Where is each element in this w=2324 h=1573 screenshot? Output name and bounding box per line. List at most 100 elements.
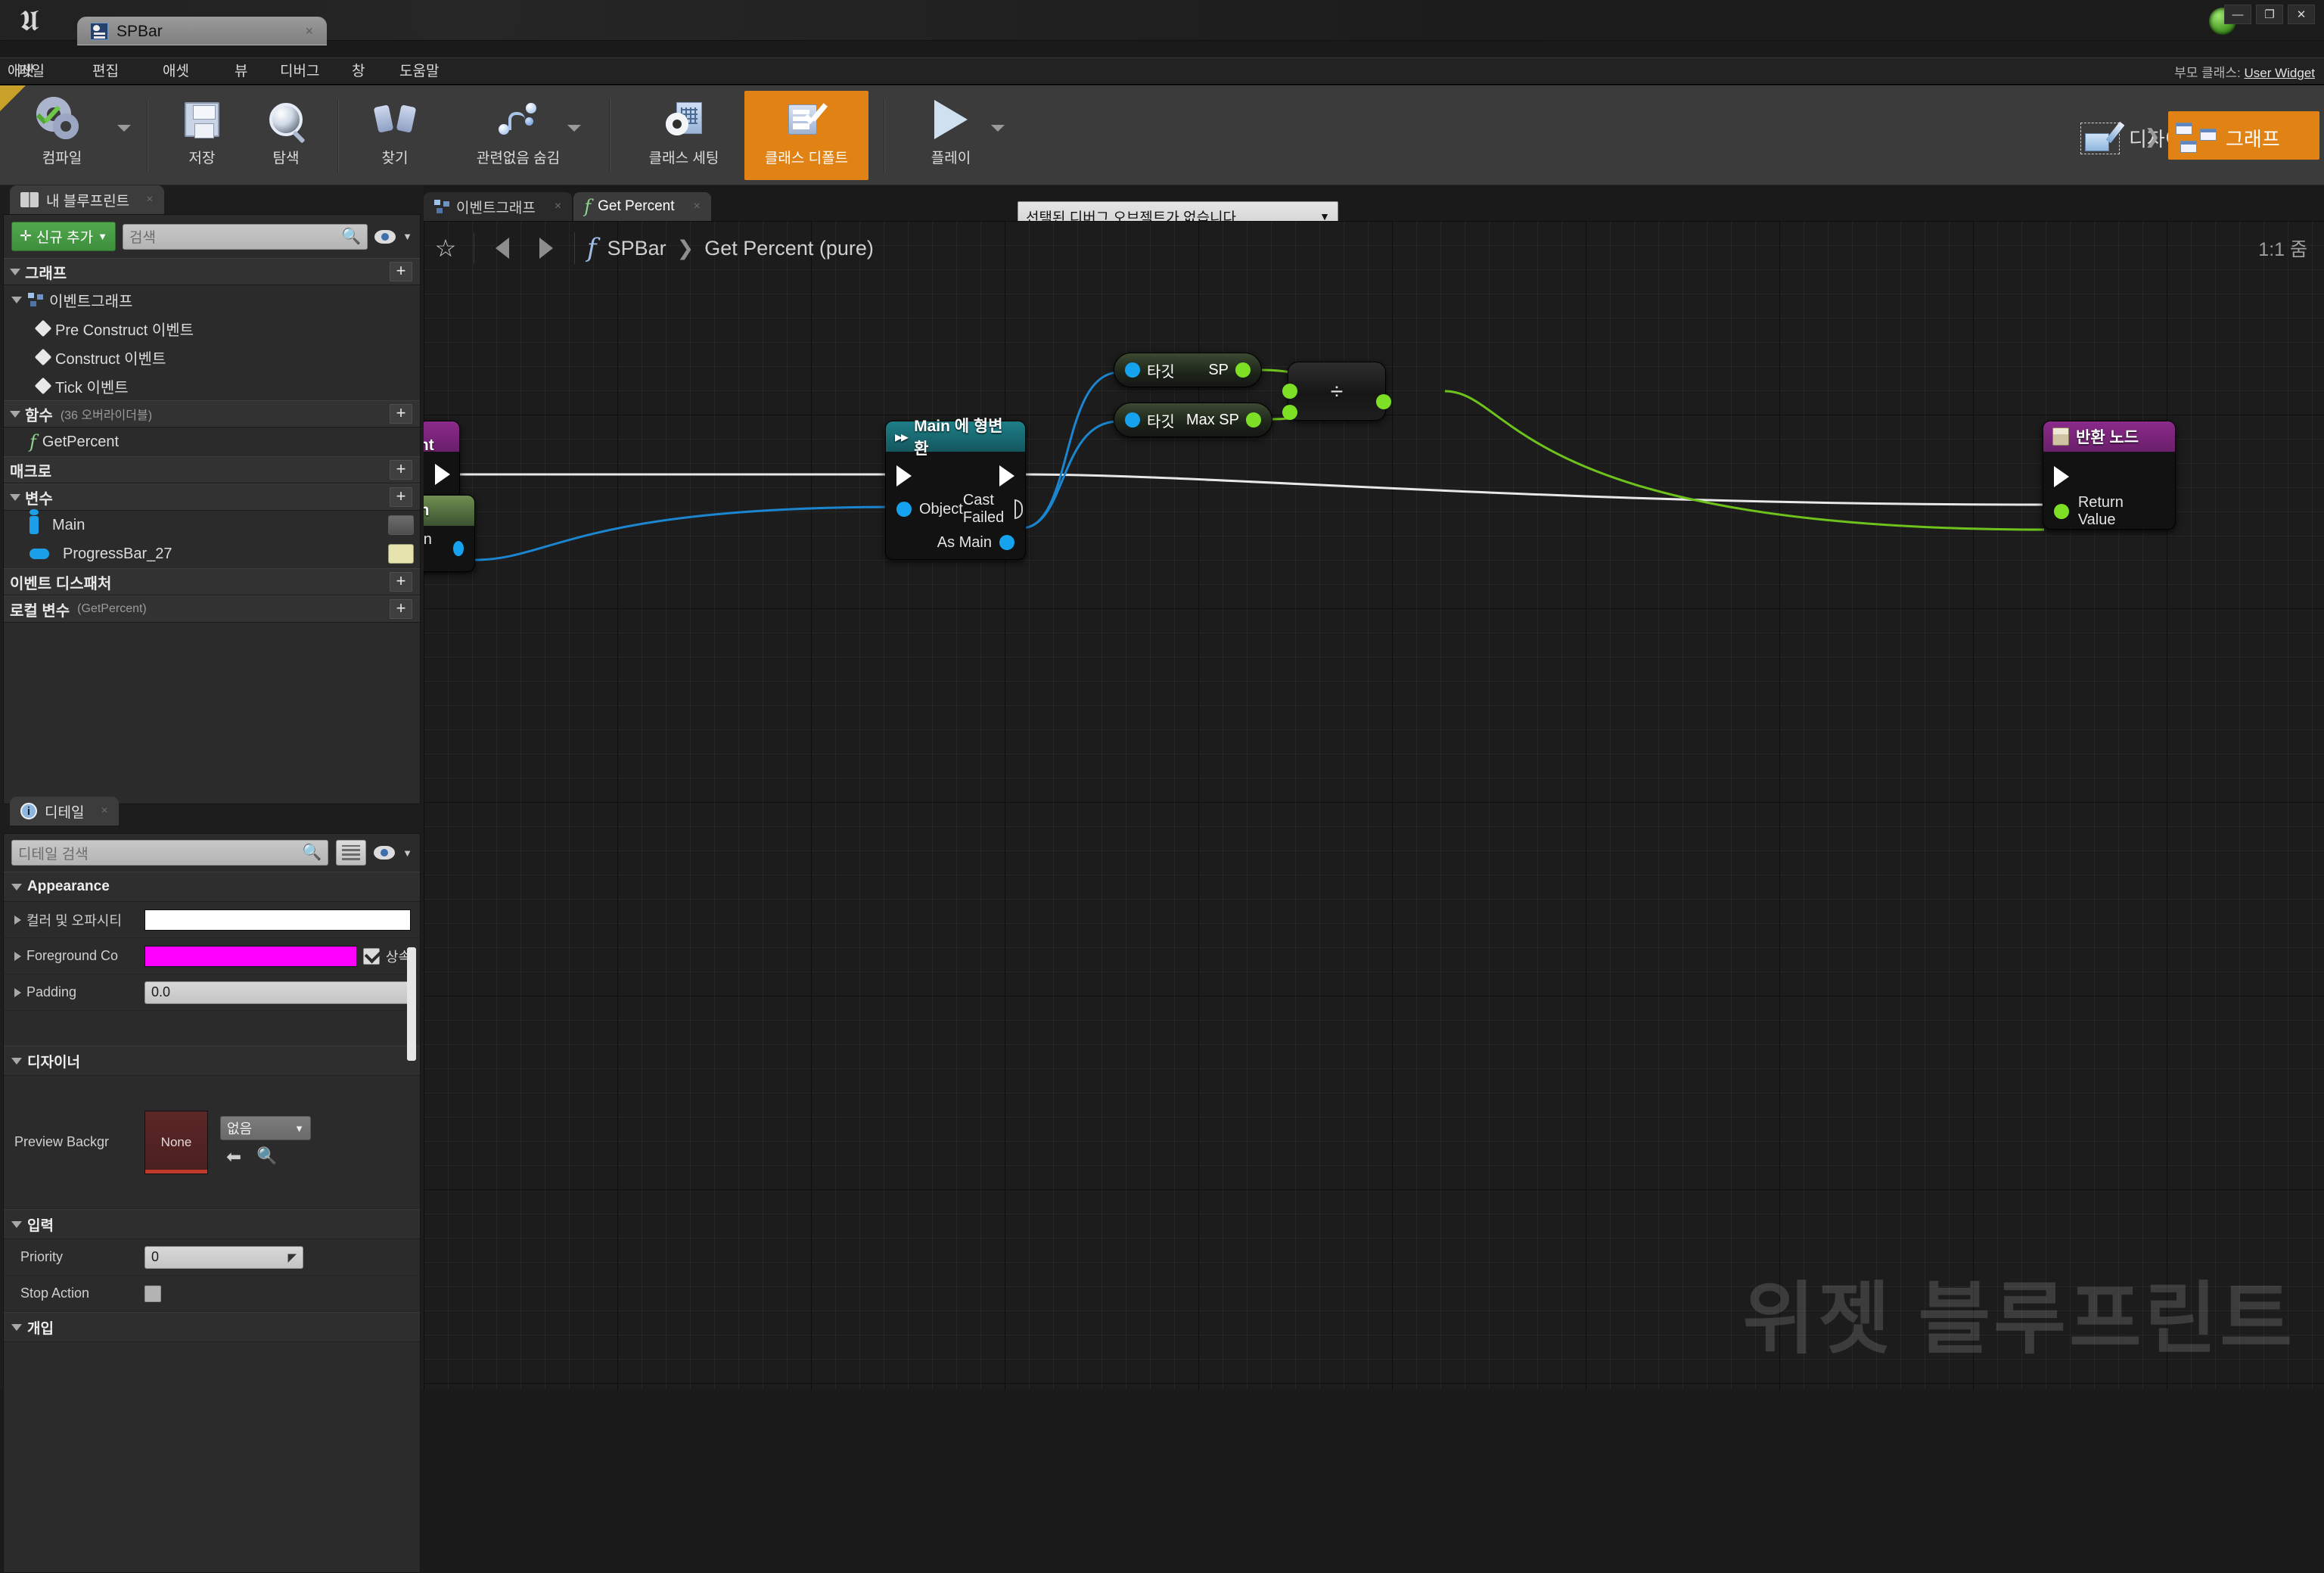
tree-item-event-graph[interactable]: 이벤트그래프: [4, 285, 420, 314]
section-event-dispatchers[interactable]: 이벤트 디스패처 +: [4, 568, 420, 595]
add-new-button[interactable]: ✛ 신규 추가 ▼: [11, 222, 116, 251]
hide-unrelated-dropdown-caret-icon[interactable]: [567, 125, 581, 132]
toolbar-compile-button[interactable]: 컴파일: [11, 91, 113, 180]
parent-class-link[interactable]: User Widget: [2244, 66, 2315, 80]
details-category-input[interactable]: 입력: [4, 1209, 420, 1239]
panel-tab-my-blueprint[interactable]: 내 블루프린트 ×: [10, 185, 164, 214]
color-swatch[interactable]: [144, 909, 411, 931]
close-icon[interactable]: ×: [694, 200, 701, 213]
expander-icon[interactable]: [14, 951, 21, 961]
details-search-input[interactable]: 디테일 검색 🔍: [11, 840, 329, 866]
toolbar-play-button[interactable]: 플레이: [900, 91, 1002, 180]
toolbar-browse-button[interactable]: 탐색: [242, 91, 330, 180]
close-icon[interactable]: ×: [146, 193, 153, 207]
tree-item-var-main[interactable]: Main: [4, 509, 420, 539]
node-get-player-pawn[interactable]: 𝑓 Get Player Pawn Player Index 0 Return …: [424, 495, 475, 572]
divide-input-b-pin[interactable]: [1282, 405, 1297, 420]
exec-output-pin[interactable]: [435, 464, 450, 485]
toolbar-class-settings-button[interactable]: 클래스 세팅: [625, 91, 743, 180]
add-graph-button[interactable]: +: [390, 262, 412, 281]
maximize-button[interactable]: ❐: [2256, 5, 2283, 24]
menu-item-edit[interactable]: 편집: [85, 61, 126, 82]
node-get-sp[interactable]: 타깃 SP: [1114, 353, 1262, 387]
close-icon[interactable]: ×: [555, 200, 561, 213]
preview-background-select[interactable]: 없음 ▼: [220, 1116, 311, 1140]
sp-output-pin[interactable]: [1235, 362, 1251, 378]
eye-icon[interactable]: [374, 229, 396, 244]
toolbar-class-defaults-button[interactable]: 클래스 디폴트: [744, 91, 868, 180]
add-function-button[interactable]: +: [390, 404, 412, 424]
spinner-icon[interactable]: ◤: [287, 1251, 297, 1264]
node-divide[interactable]: ÷: [1282, 362, 1391, 421]
close-window-button[interactable]: ✕: [2288, 5, 2315, 24]
node-cast-to-main[interactable]: ▸▸ Main 에 형변환 Object Cast Failed As Main: [885, 418, 1026, 560]
expander-icon[interactable]: [14, 987, 21, 997]
expander-icon[interactable]: [14, 915, 21, 925]
eye-icon[interactable]: [388, 544, 414, 564]
details-grid-view-button[interactable]: [336, 840, 367, 866]
section-graphs[interactable]: 그래프 +: [4, 258, 420, 285]
breadcrumb-item-function[interactable]: Get Percent (pure): [704, 237, 874, 260]
minimize-button[interactable]: —: [2224, 5, 2251, 24]
breadcrumb-item-blueprint[interactable]: SPBar: [607, 237, 666, 260]
tree-item-tick[interactable]: Tick 이벤트: [4, 371, 420, 400]
menu-item-asset2[interactable]: 애셋: [155, 61, 197, 82]
play-dropdown-caret-icon[interactable]: [991, 125, 1005, 132]
expander-icon[interactable]: [11, 1057, 22, 1065]
expander-icon[interactable]: [10, 493, 20, 501]
details-scrollbar[interactable]: [407, 947, 416, 1061]
chevron-down-icon[interactable]: ▼: [402, 847, 412, 859]
add-event-dispatcher-button[interactable]: +: [390, 572, 412, 592]
expander-icon[interactable]: [10, 268, 20, 275]
back-arrow-icon[interactable]: [480, 229, 524, 267]
star-icon[interactable]: ☆: [424, 229, 468, 267]
target-input-pin[interactable]: [1125, 412, 1140, 427]
exec-input-pin[interactable]: [896, 465, 912, 487]
node-get-max-sp[interactable]: 타깃 Max SP: [1114, 403, 1272, 437]
close-icon[interactable]: ×: [305, 23, 313, 39]
target-input-pin[interactable]: [1125, 362, 1140, 378]
toolbar-save-button[interactable]: 저장: [162, 91, 242, 180]
expander-icon[interactable]: [11, 1323, 22, 1331]
color-swatch[interactable]: [144, 945, 357, 967]
cast-failed-exec-pin[interactable]: [1014, 499, 1024, 519]
tree-item-construct[interactable]: Construct 이벤트: [4, 343, 420, 371]
graph-canvas[interactable]: ☆ 𝑓 SPBar ❯ Get Percent (pure) 1:1 줌 위젯 …: [424, 221, 2324, 1390]
exec-input-pin[interactable]: [2054, 466, 2069, 487]
section-local-variables[interactable]: 로컬 변수 (GetPercent) +: [4, 595, 420, 623]
toolbar-find-button[interactable]: 찾기: [353, 91, 437, 180]
menu-item-asset[interactable]: 애셋: [0, 61, 42, 82]
return-value-input-pin[interactable]: [2054, 504, 2069, 519]
eye-icon[interactable]: [374, 846, 396, 860]
add-variable-button[interactable]: +: [390, 487, 412, 507]
add-local-variable-button[interactable]: +: [390, 599, 412, 619]
return-value-output-pin[interactable]: [453, 541, 464, 556]
back-arrow-icon[interactable]: ⬅: [226, 1146, 241, 1168]
compile-dropdown-caret-icon[interactable]: [117, 125, 131, 132]
graph-tab-get-percent[interactable]: 𝑓 Get Percent ×: [573, 192, 711, 221]
node-get-percent[interactable]: Get Percent: [424, 421, 460, 499]
stop-action-checkbox[interactable]: [144, 1285, 161, 1302]
expander-icon[interactable]: [11, 1220, 22, 1228]
menu-item-debug[interactable]: 디버그: [272, 61, 327, 82]
menu-item-window[interactable]: 창: [344, 61, 372, 82]
expander-icon[interactable]: [11, 883, 22, 891]
close-icon[interactable]: ×: [101, 804, 107, 818]
toolbar-hide-unrelated-button[interactable]: 관련없음 숨김: [439, 91, 598, 180]
as-main-output-pin[interactable]: [999, 535, 1014, 550]
tree-item-var-progressbar[interactable]: ProgressBar_27: [4, 539, 420, 568]
node-return[interactable]: 반환 노드 Return Value: [2043, 421, 2176, 530]
object-input-pin[interactable]: [896, 502, 912, 517]
section-variables[interactable]: 변수 +: [4, 483, 420, 511]
priority-input[interactable]: 0 ◤: [144, 1245, 303, 1269]
details-category-intervention[interactable]: 개입: [4, 1312, 420, 1342]
asset-tab-spbar[interactable]: SPBar ×: [77, 17, 327, 45]
tree-item-getpercent[interactable]: 𝑓 GetPercent: [4, 427, 420, 456]
menu-item-view[interactable]: 뷰: [227, 61, 255, 82]
expander-icon[interactable]: [10, 410, 20, 418]
divide-output-pin[interactable]: [1376, 394, 1391, 409]
add-macro-button[interactable]: +: [390, 460, 412, 480]
graph-tab-event-graph[interactable]: 이벤트그래프 ×: [424, 192, 573, 221]
padding-input[interactable]: 0.0: [144, 981, 411, 1004]
max-sp-output-pin[interactable]: [1246, 412, 1261, 427]
